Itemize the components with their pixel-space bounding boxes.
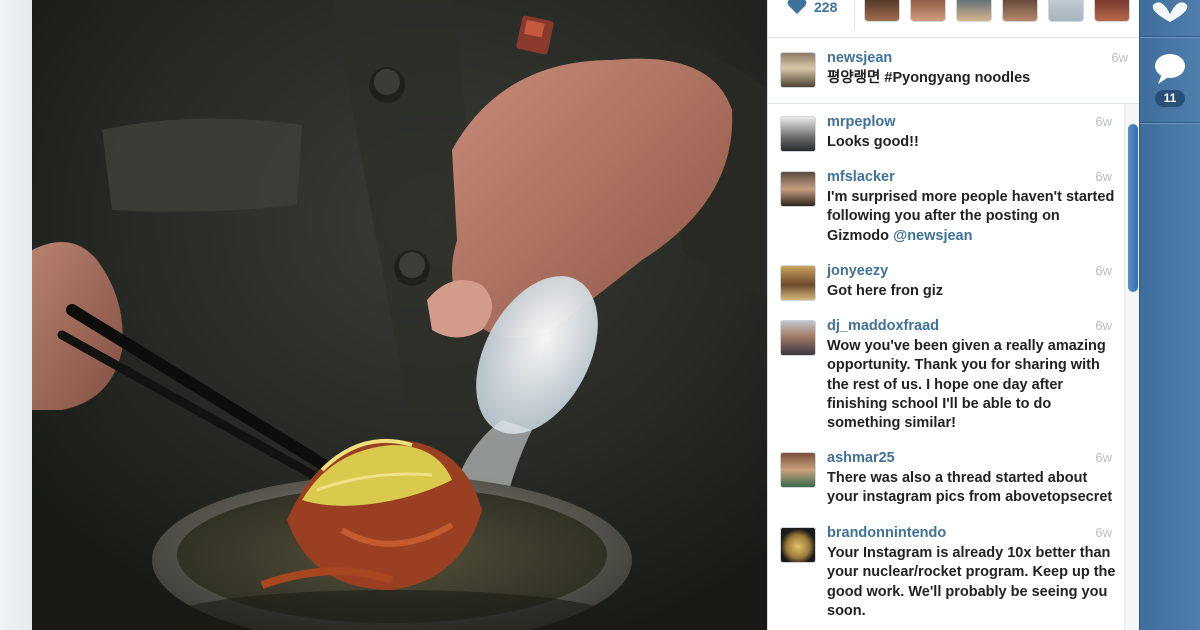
- caption-username[interactable]: newsjean: [827, 50, 892, 66]
- comment-time: 6w: [1095, 114, 1112, 129]
- caption-time: 6w: [1111, 50, 1128, 65]
- liker-avatar[interactable]: [956, 0, 992, 22]
- like-button[interactable]: [1140, 0, 1200, 35]
- likes-count: 228: [814, 0, 838, 15]
- post-detail-panel: 228 newsjean 6w 평양랭면 #Pyongyang noodles: [767, 0, 1140, 630]
- liker-avatar-default[interactable]: [1048, 0, 1084, 22]
- comment-username[interactable]: mrpeplow: [827, 114, 895, 130]
- comment-time: 6w: [1095, 318, 1112, 333]
- heart-icon: [1152, 2, 1188, 22]
- action-rail: 11: [1139, 0, 1200, 630]
- likers-list: [864, 0, 1130, 22]
- comment-count-badge: 11: [1155, 90, 1185, 107]
- comment-text: Got here fron giz: [827, 283, 943, 299]
- avatar[interactable]: [780, 265, 816, 301]
- post-caption: newsjean 6w 평양랭면 #Pyongyang noodles: [768, 38, 1140, 104]
- likes-divider: [854, 0, 855, 30]
- avatar[interactable]: [780, 116, 816, 152]
- liker-avatar[interactable]: [1094, 0, 1130, 22]
- page-margin: [0, 0, 32, 630]
- comment-username[interactable]: mfslacker: [827, 169, 895, 185]
- rail-divider-highlight: [1140, 123, 1200, 124]
- avatar[interactable]: [780, 527, 816, 563]
- comment-text: There was also a thread started about yo…: [827, 470, 1113, 506]
- avatar[interactable]: [780, 171, 816, 207]
- comment-time: 6w: [1095, 450, 1112, 465]
- photo-illustration: [32, 0, 767, 630]
- caption-text: 평양랭면 #Pyongyang noodles: [827, 70, 1031, 86]
- comment-username[interactable]: brandonnintendo: [827, 525, 946, 541]
- comment-time: 6w: [1095, 263, 1112, 278]
- instagram-photo-view: 228 newsjean 6w 평양랭면 #Pyongyang noodles: [0, 0, 1200, 630]
- avatar[interactable]: [780, 452, 816, 488]
- avatar[interactable]: [780, 320, 816, 356]
- liker-avatar[interactable]: [1002, 0, 1038, 22]
- liker-avatar[interactable]: [864, 0, 900, 22]
- comment-username[interactable]: jonyeezy: [827, 263, 888, 279]
- mention-link[interactable]: @newsjean: [893, 228, 972, 244]
- likes-counter[interactable]: 228: [786, 0, 838, 15]
- likes-bar: 228: [768, 0, 1140, 38]
- comment-text: Looks good!!: [827, 134, 919, 150]
- comment-time: 6w: [1095, 169, 1112, 184]
- comment-text: Your Instagram is already 10x better tha…: [827, 545, 1116, 619]
- comments-scrollbar[interactable]: [1124, 104, 1140, 630]
- comment-username[interactable]: ashmar25: [827, 450, 895, 466]
- post-photo[interactable]: [32, 0, 767, 630]
- comment-time: 6w: [1095, 525, 1112, 540]
- comment-text: I'm surprised more people haven't starte…: [827, 188, 1117, 246]
- scroll-thumb[interactable]: [1128, 124, 1138, 292]
- comment-button[interactable]: 11: [1140, 38, 1200, 122]
- liker-avatar[interactable]: [910, 0, 946, 22]
- avatar[interactable]: [780, 52, 816, 88]
- heart-icon[interactable]: [786, 0, 808, 14]
- comment-text: Wow you've been given a really amazing o…: [827, 338, 1106, 432]
- comment-username[interactable]: dj_maddoxfraad: [827, 318, 939, 334]
